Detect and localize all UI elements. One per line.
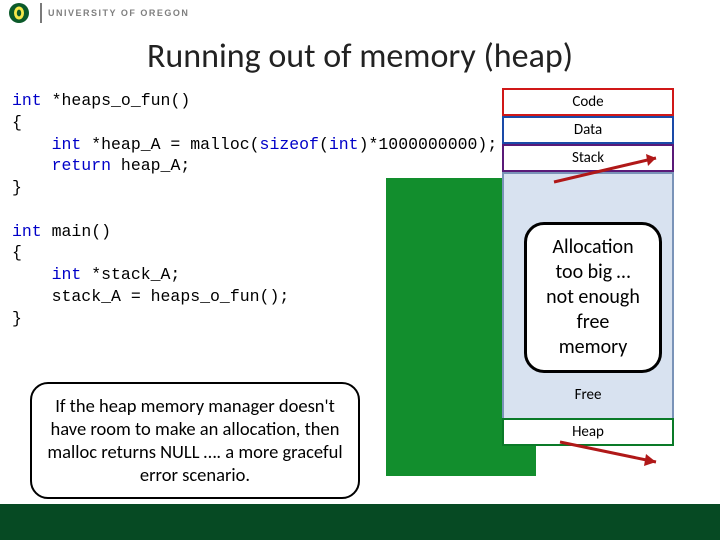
- callout-allocation: Allocation too big … not enough free mem…: [524, 222, 662, 373]
- kw-int: int: [12, 135, 81, 154]
- header-divider: [40, 3, 42, 23]
- kw-int: int: [12, 222, 42, 241]
- segment-data: Data: [502, 116, 674, 144]
- callout-note: If the heap memory manager doesn't have …: [30, 382, 360, 499]
- arrow-stack: [550, 150, 680, 190]
- slide: UNIVERSITY OF OREGON Running out of memo…: [0, 0, 720, 540]
- code-text: }: [12, 178, 22, 197]
- code-text: (: [319, 135, 329, 154]
- code-text: {: [12, 113, 22, 132]
- kw-return: return: [12, 156, 111, 175]
- kw-int: int: [329, 135, 359, 154]
- kw-sizeof: sizeof: [260, 135, 319, 154]
- segment-code: Code: [502, 88, 674, 116]
- free-label: Free: [575, 386, 602, 404]
- code-text: *heap_A = malloc(: [81, 135, 259, 154]
- code-text: }: [12, 309, 22, 328]
- kw-int: int: [12, 91, 42, 110]
- code-text: *heaps_o_fun(): [42, 91, 191, 110]
- code-text: {: [12, 243, 22, 262]
- code-text: )*1000000000);: [359, 135, 498, 154]
- uo-logo: [4, 0, 34, 26]
- arrow-heap: [556, 438, 676, 472]
- header-bar: UNIVERSITY OF OREGON: [0, 0, 720, 26]
- code-text: *stack_A;: [81, 265, 180, 284]
- slide-title: Running out of memory (heap): [0, 36, 720, 77]
- university-name: UNIVERSITY OF OREGON: [48, 8, 189, 18]
- code-text: heap_A;: [111, 156, 190, 175]
- code-text: main(): [42, 222, 111, 241]
- code-text: stack_A = heaps_o_fun();: [12, 287, 289, 306]
- footer-bar: [0, 504, 720, 540]
- kw-int: int: [12, 265, 81, 284]
